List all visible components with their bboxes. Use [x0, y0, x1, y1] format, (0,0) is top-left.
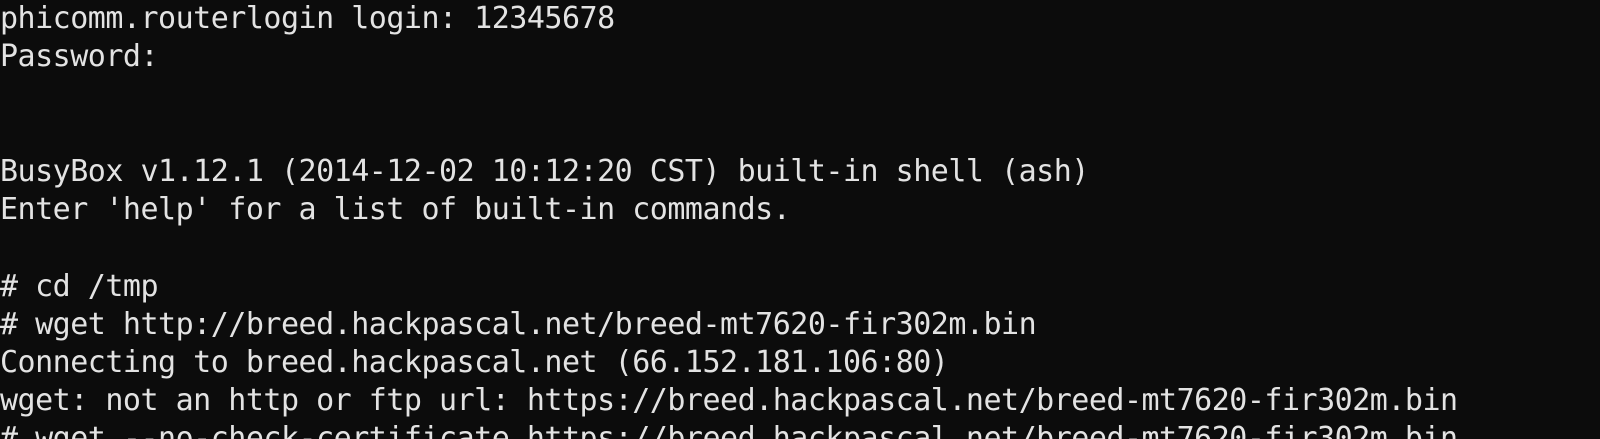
terminal-line-wget-error: wget: not an http or ftp url: https://br… [0, 383, 1458, 418]
terminal-line-help-hint: Enter 'help' for a list of built-in comm… [0, 192, 791, 227]
terminal-line-login: phicomm.routerlogin login: 12345678 [0, 1, 615, 36]
terminal-line-busybox-banner: BusyBox v1.12.1 (2014-12-02 10:12:20 CST… [0, 154, 1089, 189]
terminal-line-wget-http-command: # wget http://breed.hackpascal.net/breed… [0, 307, 1037, 342]
terminal-line-wget-https-command: # wget --no-check-certificate https://br… [0, 421, 1458, 439]
terminal-window[interactable]: phicomm.routerlogin login: 12345678 Pass… [0, 0, 1600, 439]
terminal-line-cd-command: # cd /tmp [0, 269, 159, 304]
terminal-line-connecting-output: Connecting to breed.hackpascal.net (66.1… [0, 345, 949, 380]
terminal-line-password: Password: [0, 39, 159, 74]
